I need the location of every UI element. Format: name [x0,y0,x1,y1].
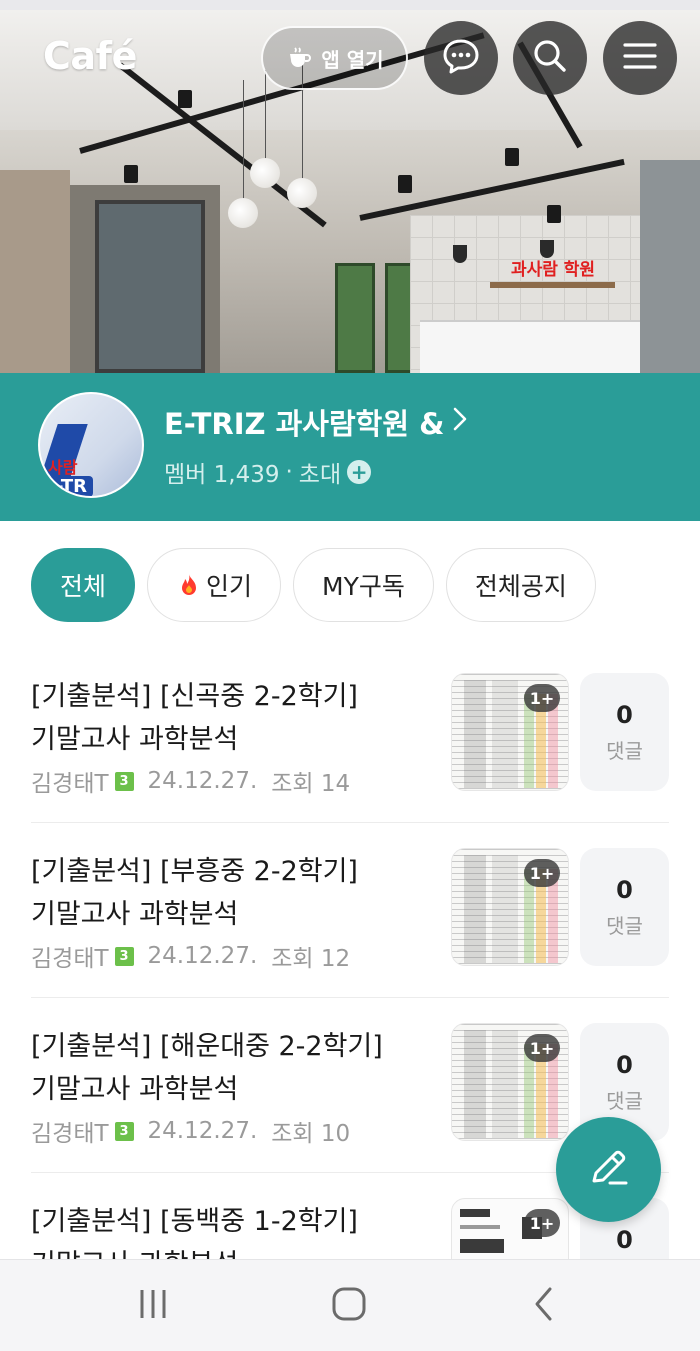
filter-chip-label: 전체 [60,572,107,601]
cafe-logo[interactable]: Café [43,34,137,78]
member-level-badge: 3 [114,946,134,966]
back-button[interactable] [495,1260,595,1351]
filter-chip-my-subscriptions[interactable]: MY구독 [293,548,434,622]
comment-count: 0 [616,1050,633,1079]
comment-button[interactable]: 0 댓글 [580,673,669,791]
chat-button[interactable] [424,21,498,95]
filter-chips: 전체 인기 MY구독 전체공지 [31,548,596,622]
post-views: 조회 12 [271,946,351,972]
write-post-button[interactable] [556,1117,661,1222]
comment-button[interactable]: 0 댓글 [580,848,669,966]
member-count: 멤버 1,439 [164,462,280,488]
post-thumbnail[interactable]: 1+ [451,1023,569,1141]
search-icon [530,36,570,80]
system-navigation-bar [0,1259,700,1351]
home-icon [331,1286,367,1326]
filter-chip-label: MY구독 [322,572,405,601]
filter-chip-label: 전체공지 [474,572,567,601]
post-title[interactable]: [기출분석] [부흥중 2-2학기] 기말고사 과학분석 [31,850,423,936]
image-count-badge: 1+ [524,859,560,887]
meta-separator: · [285,459,293,485]
open-app-label: 앱 열기 [321,47,384,72]
post-title[interactable]: [기출분석] [신곡중 2-2학기] 기말고사 과학분석 [31,675,423,761]
cafe-avatar[interactable]: 사람 -TR [38,392,144,498]
menu-button[interactable] [603,21,677,95]
post-item[interactable]: [기출분석] [신곡중 2-2학기] 기말고사 과학분석 김경태T 3 24.1… [31,673,669,848]
post-author: 김경태T [31,1121,109,1147]
hamburger-menu-icon [621,37,659,79]
comment-count: 0 [616,700,633,729]
invite-link[interactable]: 초대 [299,455,341,489]
recent-apps-icon [135,1286,171,1326]
back-chevron-icon [530,1286,560,1326]
coffee-cup-icon [285,44,313,72]
image-count-badge: 1+ [524,684,560,712]
post-views: 조회 14 [271,771,351,797]
post-item[interactable]: [기출분석] [부흥중 2-2학기] 기말고사 과학분석 김경태T 3 24.1… [31,848,669,1023]
image-count-badge: 1+ [524,1209,560,1237]
post-meta: 김경태T 3 24.12.27. 조회 12 [31,939,350,973]
hero-sign-text: 과사람 학원 [510,260,596,280]
avatar-text-bottom: -TR [50,476,93,496]
post-author: 김경태T [31,771,109,797]
post-thumbnail[interactable]: 1+ [451,848,569,966]
cafe-name-link[interactable]: E-TRIZ 과사람학원 & [164,401,468,443]
cafe-name: E-TRIZ 과사람학원 & [164,407,445,441]
pencil-icon [586,1145,632,1195]
filter-chip-label: 인기 [206,572,253,601]
open-app-button[interactable]: 앱 열기 [261,26,408,90]
image-count-badge: 1+ [524,1034,560,1062]
home-button[interactable] [299,1260,399,1351]
post-thumbnail[interactable]: 1+ [451,673,569,791]
post-views: 조회 10 [271,1121,351,1147]
filter-chip-popular[interactable]: 인기 [147,548,282,622]
post-date: 24.12.27. [147,768,258,794]
post-date: 24.12.27. [147,943,258,969]
search-button[interactable] [513,21,587,95]
member-level-badge: 3 [114,771,134,791]
invite-plus-icon[interactable]: + [347,460,372,484]
avatar-text-top: 사람 [48,458,78,477]
member-level-badge: 3 [114,1121,134,1141]
post-meta: 김경태T 3 24.12.27. 조회 14 [31,764,350,798]
post-meta: 김경태T 3 24.12.27. 조회 10 [31,1114,350,1148]
post-title[interactable]: [기출분석] [해운대중 2-2학기] 기말고사 과학분석 [31,1025,423,1111]
comment-label: 댓글 [606,913,643,938]
post-author: 김경태T [31,946,109,972]
cafe-cover-image: 과사람 학원 Café 앱 열기 [0,0,700,373]
comment-count: 0 [616,875,633,904]
fire-icon [176,572,202,598]
comment-label: 댓글 [606,738,643,763]
cafe-meta: 멤버 1,439 · 초대 + [164,455,372,489]
filter-chip-all-notices[interactable]: 전체공지 [445,548,596,622]
chat-bubble-icon [441,36,481,80]
recent-apps-button[interactable] [103,1260,203,1351]
comment-count: 0 [616,1225,633,1254]
post-date: 24.12.27. [147,1118,258,1144]
comment-label: 댓글 [606,1088,643,1113]
filter-chip-all[interactable]: 전체 [31,548,136,622]
chevron-right-icon [452,405,468,439]
